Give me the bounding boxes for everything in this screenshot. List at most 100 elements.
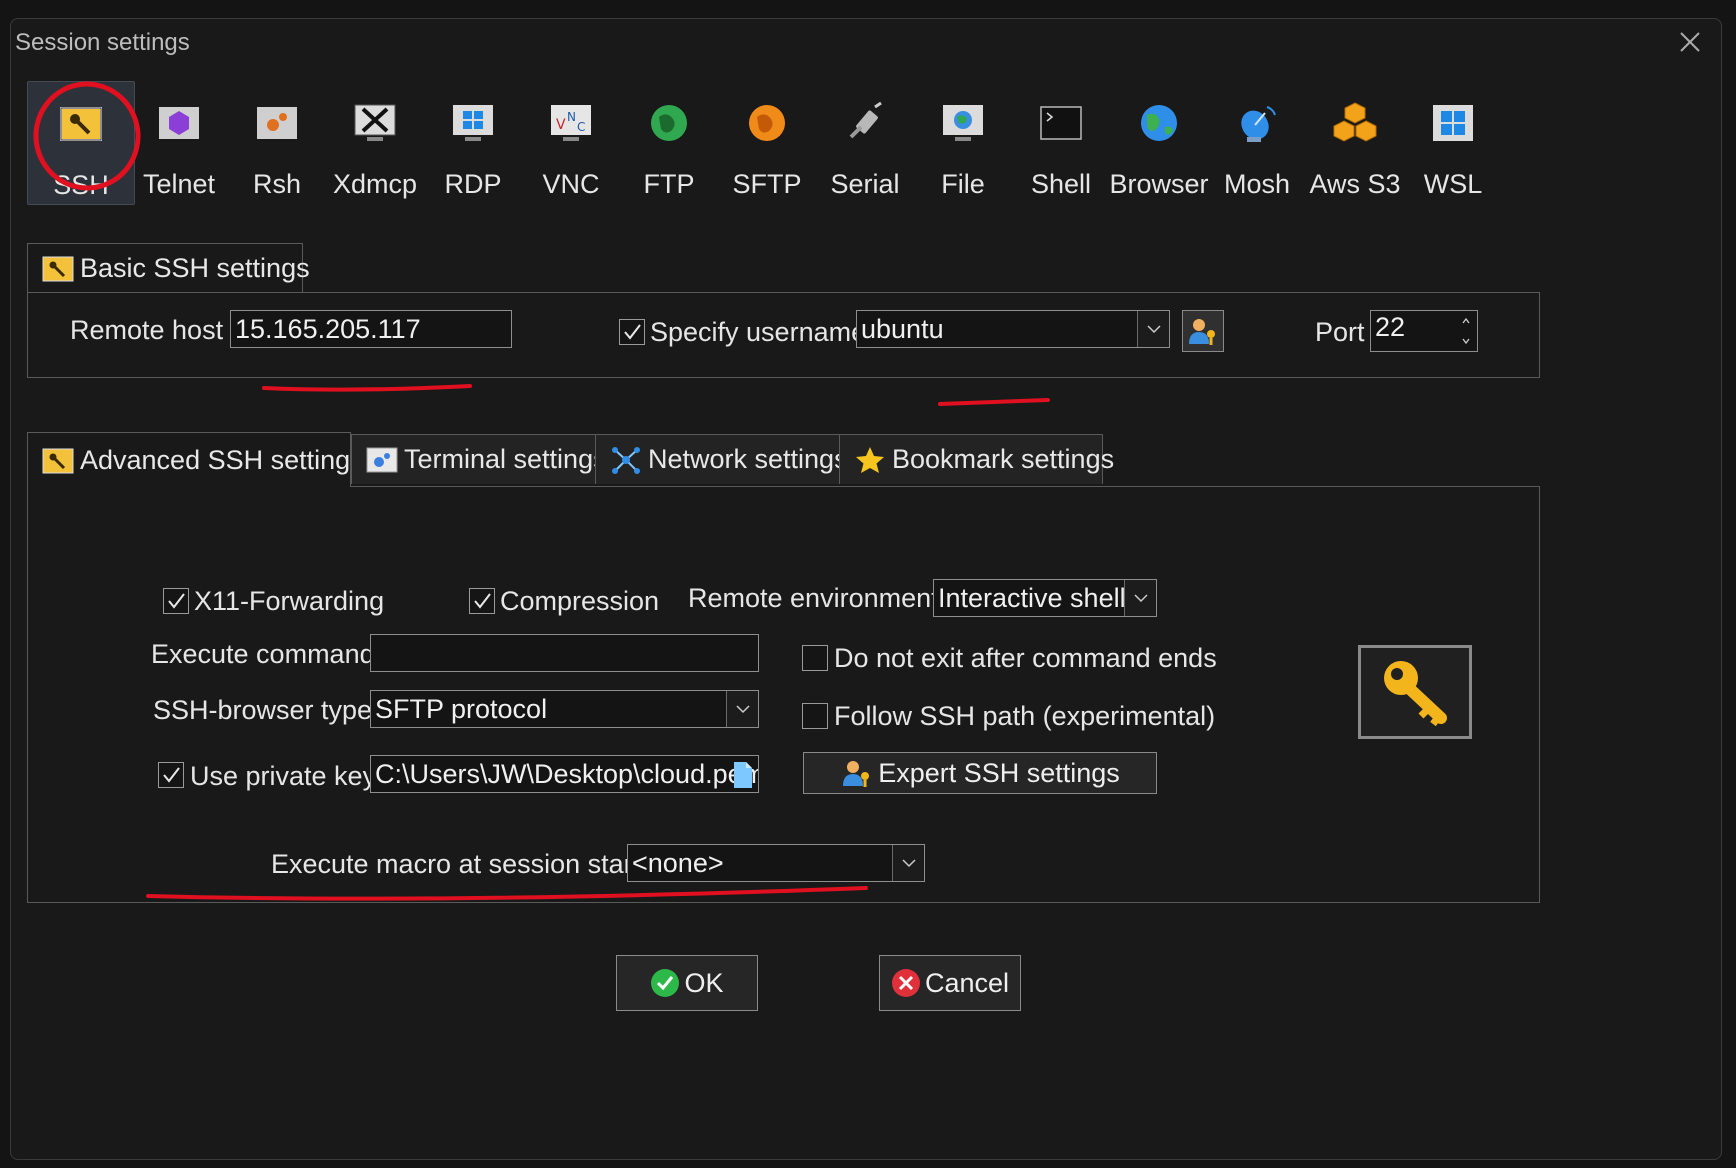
xdmcp-icon	[354, 104, 396, 141]
user-credentials-button[interactable]	[1182, 310, 1224, 352]
tab-basic-ssh-settings[interactable]: Basic SSH settings	[27, 243, 310, 293]
dropdown-arrow[interactable]	[892, 845, 924, 881]
session-type-label: Serial	[830, 169, 900, 199]
username-dropdown[interactable]: ubuntu	[856, 310, 1170, 348]
ssh-key-icon	[42, 448, 74, 473]
execute-macro-label: Execute macro at session start:	[271, 849, 648, 879]
cancel-button[interactable]: Cancel	[879, 955, 1021, 1011]
ssh-browser-type-dropdown[interactable]: SFTP protocol	[370, 690, 759, 728]
compression-checkbox[interactable]	[469, 588, 495, 614]
x11-forwarding-checkbox[interactable]	[163, 588, 189, 614]
tab-network-settings[interactable]: Network settings	[595, 434, 848, 484]
session-type-label: Browser	[1109, 169, 1209, 199]
user-key-icon	[1189, 319, 1215, 345]
tab-bookmark-settings[interactable]: Bookmark settings	[839, 434, 1114, 484]
port-value: 22	[1375, 312, 1406, 342]
close-button[interactable]	[1673, 25, 1707, 59]
dropdown-arrow[interactable]	[1124, 580, 1156, 616]
ftp-globe-icon	[651, 105, 687, 141]
session-type-mosh[interactable]: Mosh	[1203, 81, 1311, 205]
session-type-sftp[interactable]: SFTP	[713, 81, 821, 205]
username-value: ubuntu	[861, 314, 944, 344]
mosh-satellite-icon	[1241, 106, 1276, 142]
session-type-rdp[interactable]: RDP	[419, 81, 527, 205]
follow-ssh-path-label: Follow SSH path (experimental)	[834, 701, 1216, 731]
tab-terminal-settings[interactable]: Terminal settings	[351, 434, 607, 484]
session-type-label: File	[941, 169, 985, 199]
svg-text:V: V	[556, 117, 566, 133]
execute-command-input[interactable]	[370, 634, 759, 672]
advanced-ssh-panel: X11-Forwarding Compression Remote enviro…	[27, 485, 1540, 903]
browser-globe-icon	[1141, 105, 1177, 141]
session-type-wsl[interactable]: WSL	[1399, 81, 1507, 205]
session-type-xdmcp[interactable]: Xdmcp	[321, 81, 429, 205]
basic-ssh-panel: Remote host * 15.165.205.117 Specify use…	[27, 292, 1540, 378]
private-key-path-input[interactable]: C:\Users\JW\Desktop\cloud.pem	[370, 755, 759, 793]
session-type-label: Aws S3	[1309, 169, 1401, 199]
cancel-x-icon	[891, 969, 920, 997]
session-type-label: Rsh	[252, 169, 301, 199]
close-icon	[1680, 32, 1700, 52]
session-type-ftp[interactable]: FTP	[615, 81, 723, 205]
ok-button[interactable]: OK	[616, 955, 758, 1011]
session-type-label: RDP	[444, 169, 502, 199]
rsh-icon	[257, 107, 297, 139]
follow-ssh-path-checkbox[interactable]	[802, 703, 828, 729]
star-icon	[856, 446, 884, 473]
execute-macro-dropdown[interactable]: <none>	[627, 844, 925, 882]
session-type-telnet[interactable]: Telnet	[125, 81, 233, 205]
use-private-key-checkbox[interactable]	[158, 762, 184, 788]
expert-ssh-settings-button[interactable]: Expert SSH settings	[803, 752, 1157, 794]
tab-advanced-ssh-settings[interactable]: Advanced SSH settings	[27, 432, 364, 488]
ok-label: OK	[684, 967, 724, 998]
session-settings-dialog: Session settings SSH Telnet Rsh Xdmcp RD…	[10, 18, 1722, 1160]
session-type-browser[interactable]: Browser	[1105, 81, 1213, 205]
checkmark-icon	[624, 324, 641, 340]
tab-join	[28, 485, 350, 489]
network-icon	[612, 446, 640, 474]
checkmark-icon	[168, 593, 185, 609]
session-type-label: SFTP	[732, 169, 802, 199]
sftp-globe-icon	[749, 105, 785, 141]
dropdown-arrow[interactable]	[1137, 311, 1169, 347]
file-browse-icon[interactable]	[732, 761, 754, 789]
session-type-ssh[interactable]: SSH	[27, 81, 135, 205]
execute-macro-value: <none>	[632, 848, 724, 878]
session-type-aws-s3[interactable]: Aws S3	[1301, 81, 1409, 205]
tab-label: Terminal settings	[404, 444, 607, 474]
session-type-file[interactable]: File	[909, 81, 1017, 205]
spinner-arrows-icon[interactable]	[1461, 317, 1471, 345]
chevron-down-icon	[1147, 325, 1161, 334]
do-not-exit-label: Do not exit after command ends	[834, 643, 1217, 673]
remote-environment-label: Remote environment:	[688, 583, 947, 613]
dropdown-arrow[interactable]	[726, 691, 758, 727]
port-label: Port	[1315, 317, 1365, 347]
expert-ssh-settings-label: Expert SSH settings	[878, 757, 1120, 788]
file-monitor-icon	[943, 105, 983, 141]
use-private-key-label: Use private key	[190, 761, 377, 791]
cancel-label: Cancel	[924, 967, 1010, 998]
do-not-exit-checkbox[interactable]	[802, 645, 828, 671]
vnc-icon: V N C	[551, 105, 591, 141]
ssh-key-image	[1358, 645, 1472, 739]
session-type-rsh[interactable]: Rsh	[223, 81, 331, 205]
remote-environment-dropdown[interactable]: Interactive shell	[933, 579, 1157, 617]
aws-s3-icon	[1333, 102, 1377, 142]
session-type-serial[interactable]: Serial	[811, 81, 919, 205]
terminal-settings-icon	[366, 447, 398, 472]
shell-terminal-icon	[1040, 106, 1082, 140]
session-type-label: Telnet	[142, 169, 216, 199]
serial-plug-icon	[849, 101, 882, 139]
session-type-shell[interactable]: Shell	[1007, 81, 1115, 205]
session-type-label: Mosh	[1223, 169, 1291, 199]
tab-label: Network settings	[648, 444, 848, 474]
tab-label: Bookmark settings	[892, 444, 1115, 474]
execute-command-label: Execute command:	[151, 639, 383, 669]
remote-host-input[interactable]: 15.165.205.117	[230, 310, 512, 348]
window-title: Session settings	[15, 29, 190, 56]
specify-username-label: Specify username	[650, 317, 867, 347]
port-spinner[interactable]: 22	[1370, 310, 1478, 352]
session-type-vnc[interactable]: V N C VNC	[517, 81, 625, 205]
specify-username-checkbox[interactable]	[619, 319, 645, 345]
private-key-path-value: C:\Users\JW\Desktop\cloud.pem	[375, 759, 759, 789]
